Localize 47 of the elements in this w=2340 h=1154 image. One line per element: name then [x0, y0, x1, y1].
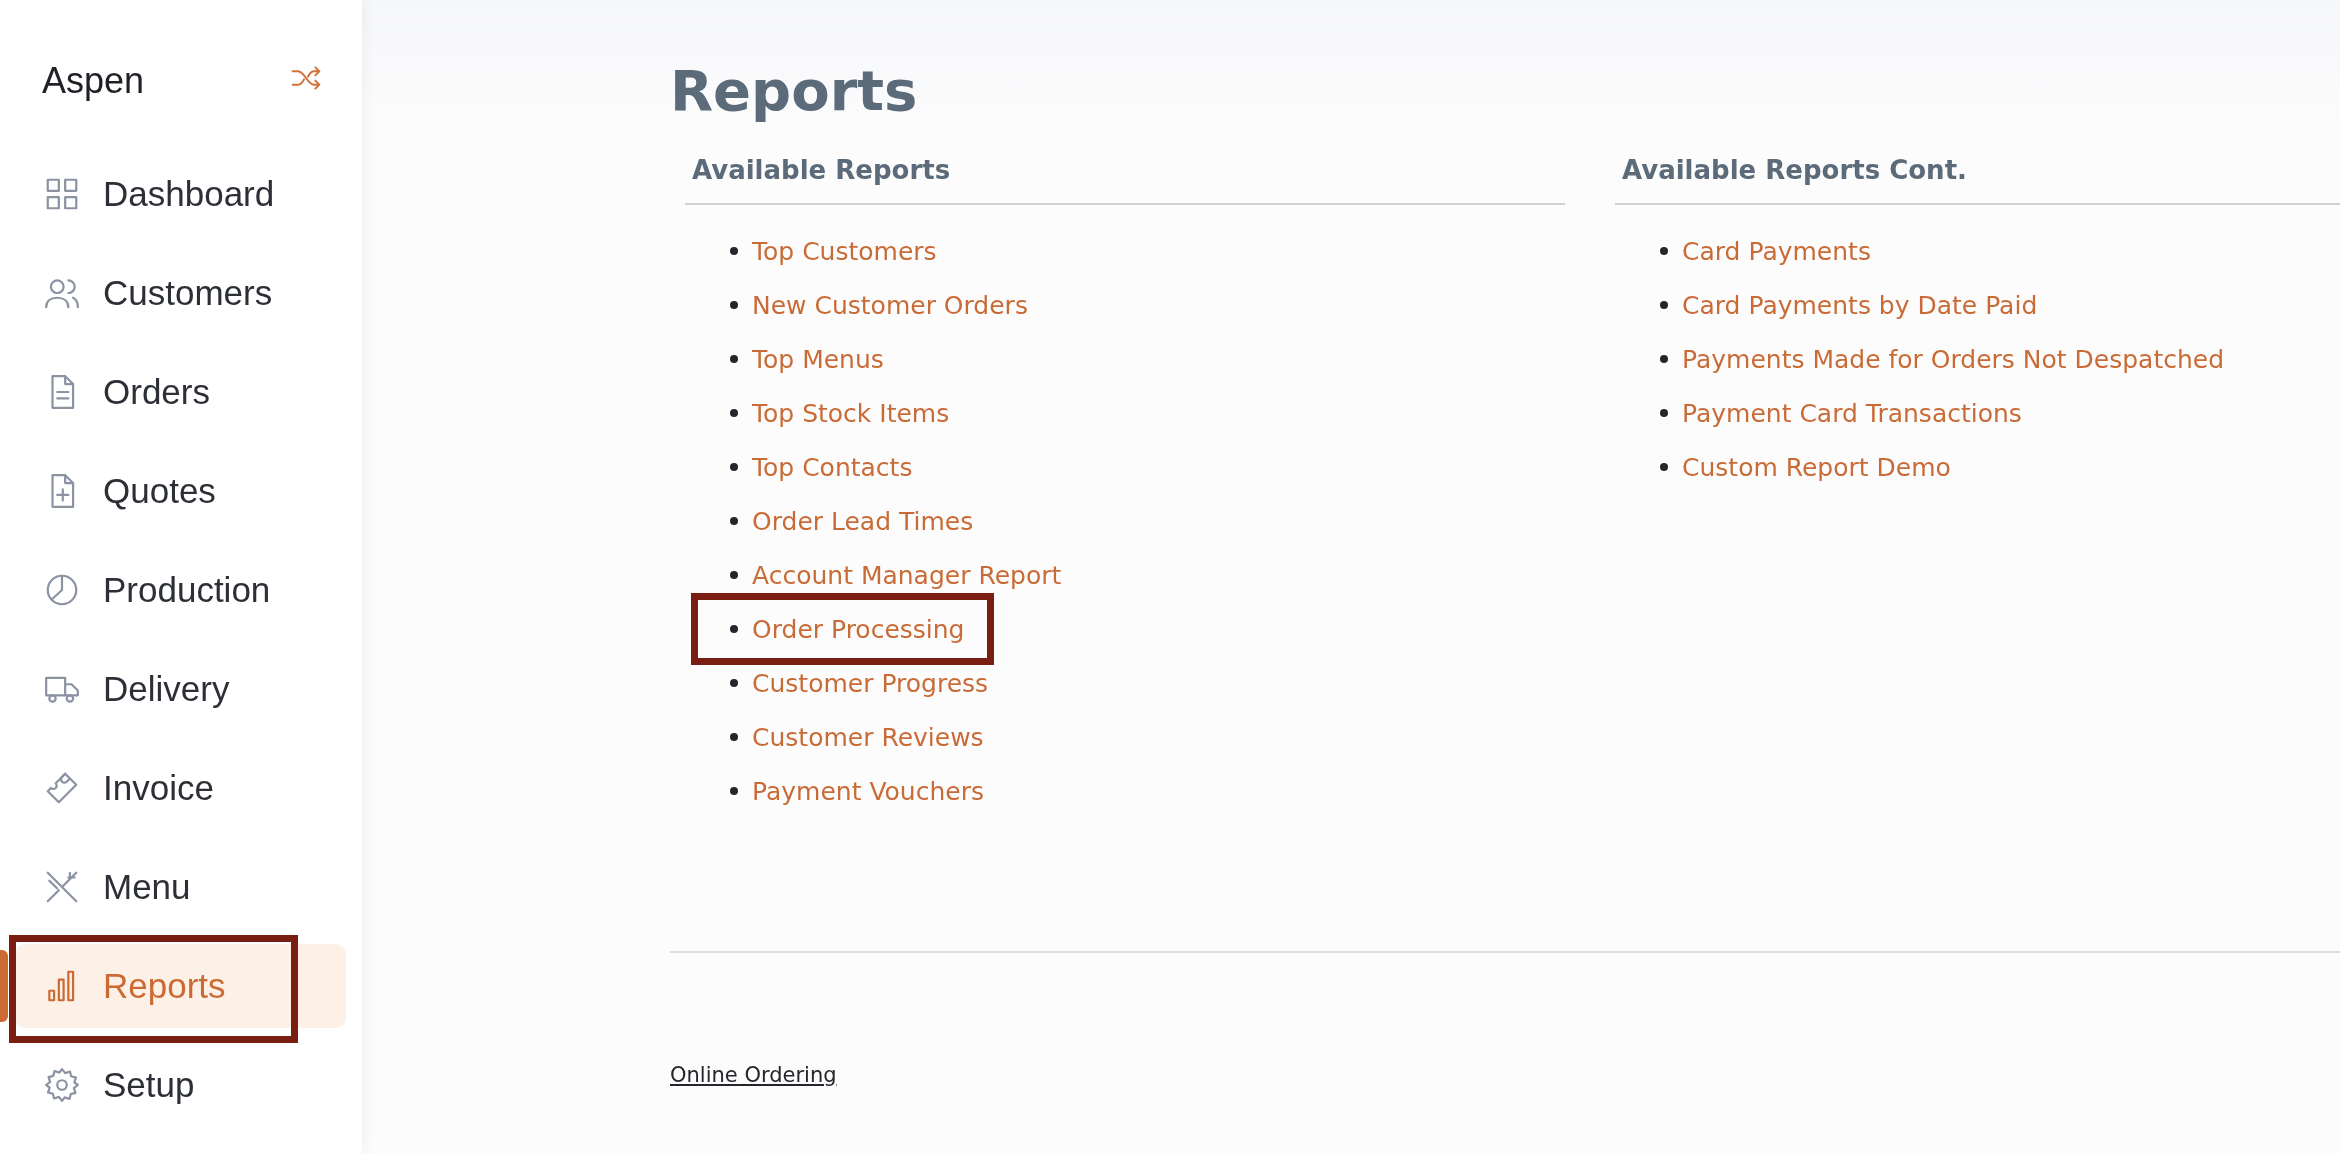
section-heading: Available Reports Cont. — [1615, 153, 2340, 205]
sidebar-item[interactable]: Invoice — [15, 746, 346, 830]
report-link[interactable]: Top Contacts — [752, 452, 913, 482]
bullet-icon — [730, 247, 738, 255]
report-link[interactable]: Account Manager Report — [752, 560, 1062, 590]
report-link[interactable]: Top Stock Items — [752, 398, 950, 428]
page-title: Reports — [670, 57, 919, 125]
bullet-icon — [1660, 301, 1668, 309]
bullet-icon — [730, 571, 738, 579]
bullet-icon — [730, 517, 738, 525]
sidebar-item[interactable]: Production — [15, 548, 346, 632]
footer-link[interactable]: Online Ordering — [670, 1063, 837, 1087]
sidebar-item[interactable]: Customers — [15, 251, 346, 335]
report-link[interactable]: Customer Progress — [752, 668, 989, 698]
report-link[interactable]: Customer Reviews — [752, 722, 984, 752]
bullet-icon — [730, 301, 738, 309]
sidebar-item[interactable]: Setup — [15, 1043, 346, 1127]
bullet-icon — [730, 625, 738, 633]
bullet-icon — [730, 409, 738, 417]
report-link[interactable]: Order Processing — [752, 614, 965, 644]
report-link[interactable]: New Customer Orders — [752, 290, 1028, 320]
report-link[interactable]: Payments Made for Orders Not Despatched — [1682, 344, 2225, 374]
report-link[interactable]: Custom Report Demo — [1682, 452, 1951, 482]
section-heading: Available Reports — [685, 153, 1565, 205]
sidebar-item[interactable]: Quotes — [15, 449, 346, 533]
report-link[interactable]: Top Menus — [752, 344, 884, 374]
sidebar-item[interactable]: Menu — [15, 845, 346, 929]
bullet-icon — [730, 679, 738, 687]
bullet-icon — [1660, 247, 1668, 255]
sidebar-item[interactable]: Dashboard — [15, 152, 346, 236]
report-link[interactable]: Card Payments — [1682, 236, 1871, 266]
bullet-icon — [730, 355, 738, 363]
bullet-icon — [730, 733, 738, 741]
report-link[interactable]: Top Customers — [752, 236, 937, 266]
sidebar-item[interactable]: Delivery — [15, 647, 346, 731]
report-link[interactable]: Card Payments by Date Paid — [1682, 290, 2038, 320]
brand-name: Aspen — [42, 59, 145, 103]
sidebar-item[interactable]: Orders — [15, 350, 346, 434]
report-link[interactable]: Order Lead Times — [752, 506, 974, 536]
bullet-icon — [1660, 463, 1668, 471]
report-link[interactable]: Payment Card Transactions — [1682, 398, 2022, 428]
bullet-icon — [730, 463, 738, 471]
report-link[interactable]: Payment Vouchers — [752, 776, 984, 806]
bullet-icon — [1660, 355, 1668, 363]
bullet-icon — [1660, 409, 1668, 417]
gear-icon — [43, 1066, 81, 1104]
bullet-icon — [730, 787, 738, 795]
